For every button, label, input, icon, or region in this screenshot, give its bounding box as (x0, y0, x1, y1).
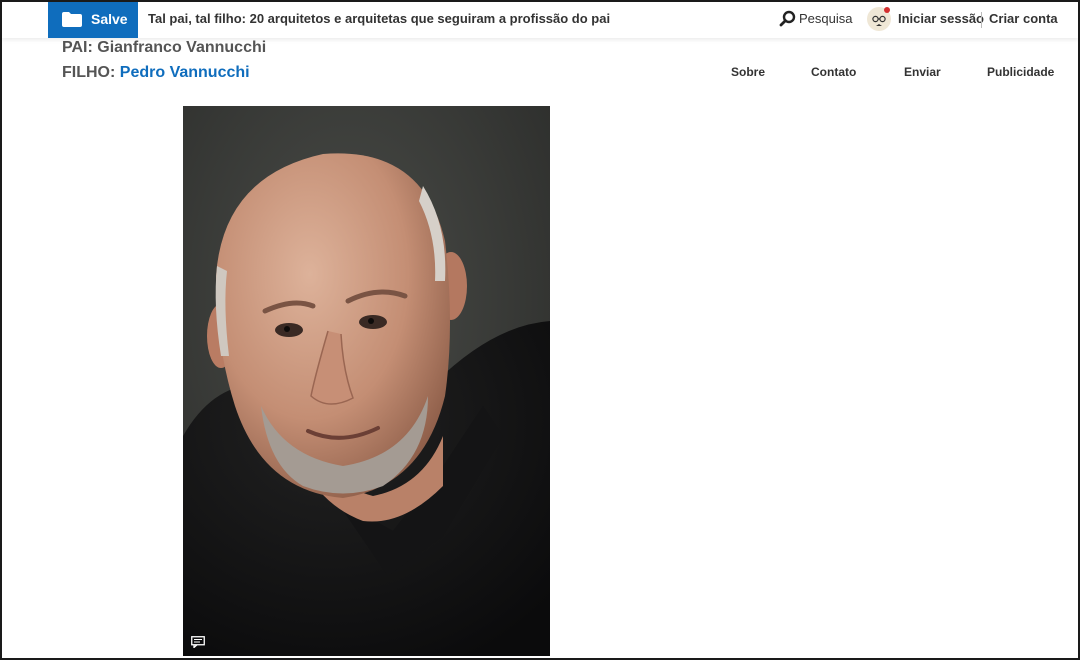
son-name-link[interactable]: Pedro Vannucchi (120, 64, 250, 81)
nav-enviar[interactable]: Enviar (904, 65, 941, 79)
son-credit: FILHO: Pedro Vannucchi (62, 64, 250, 82)
comment-icon[interactable] (191, 636, 205, 648)
nav-publicidade[interactable]: Publicidade (987, 65, 1054, 79)
article-title: Tal pai, tal filho: 20 arquitetos e arqu… (148, 11, 611, 26)
search-label: Pesquisa (799, 11, 853, 26)
father-name: Gianfranco Vannucchi (97, 39, 267, 56)
save-button-label: Salve (91, 11, 128, 27)
nav-contato[interactable]: Contato (811, 65, 856, 79)
search-icon (779, 10, 796, 27)
nav-sobre[interactable]: Sobre (731, 65, 765, 79)
signup-link[interactable]: Criar conta (989, 11, 1058, 26)
son-prefix: FILHO: (62, 64, 116, 81)
folder-icon (62, 12, 82, 27)
father-prefix: PAI: (62, 39, 93, 56)
notification-dot (884, 7, 890, 13)
portrait-photo (183, 106, 550, 656)
header-divider (981, 12, 982, 28)
top-header: Salve Tal pai, tal filho: 20 arquitetos … (2, 2, 1078, 38)
search-link[interactable]: Pesquisa (779, 10, 852, 27)
save-button[interactable]: Salve (48, 2, 138, 38)
portrait-illustration (183, 106, 550, 656)
father-credit: PAI: Gianfranco Vannucchi (62, 39, 266, 57)
avatar-icon[interactable] (867, 7, 891, 31)
signin-link[interactable]: Iniciar sessão (898, 11, 984, 26)
